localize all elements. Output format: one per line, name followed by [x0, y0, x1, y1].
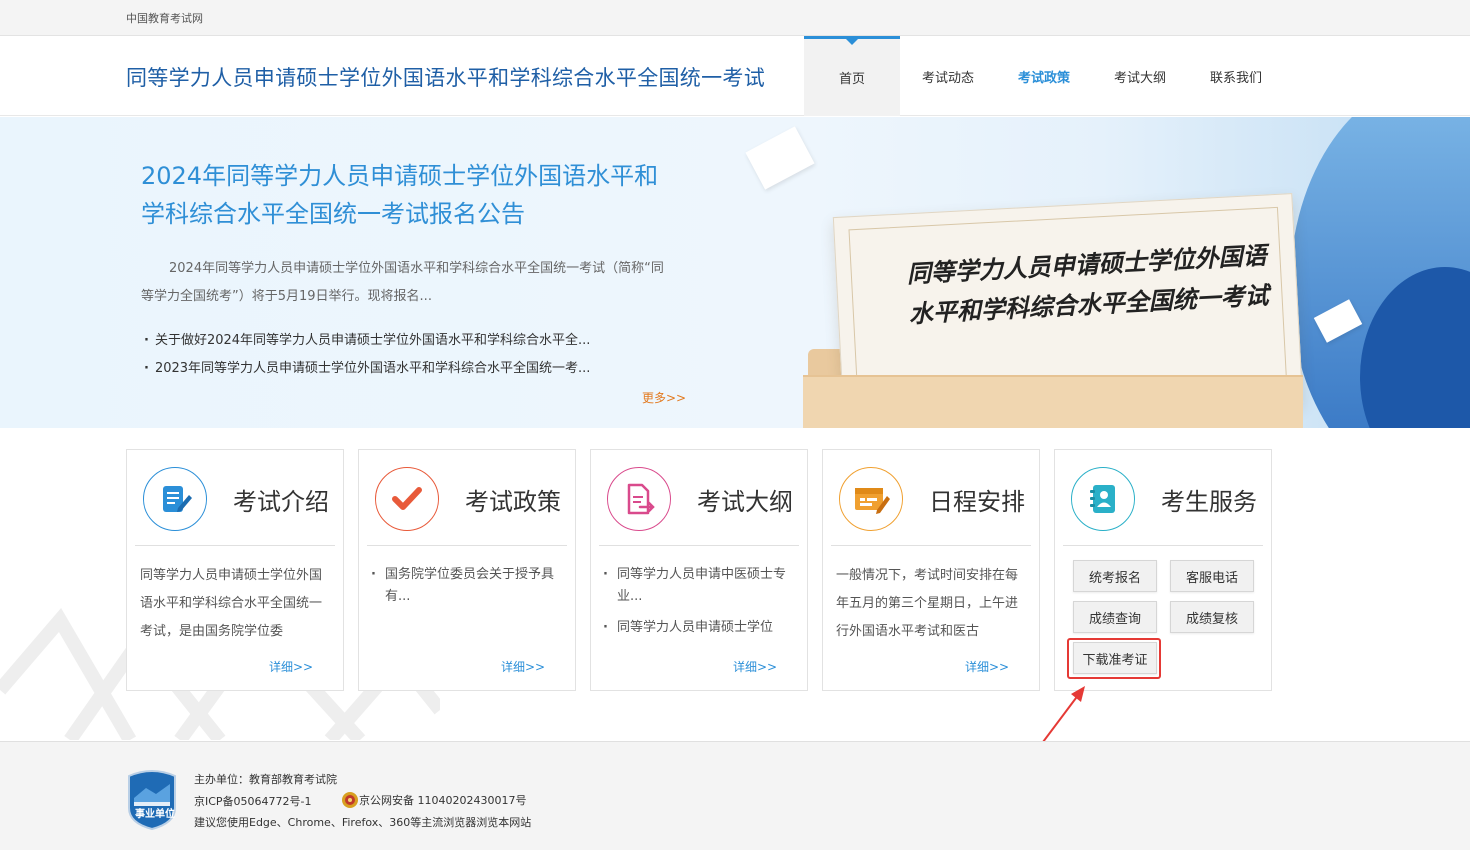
details-link[interactable]: 详细>> — [965, 658, 1009, 675]
announcement-title[interactable]: 2024年同等学力人员申请硕士学位外国语水平和学科综合水平全国统一考试报名公告 — [141, 157, 681, 233]
service-icon-wrap — [1071, 467, 1135, 531]
badge-text: 事业单位 — [135, 805, 175, 820]
calendar-edit-icon — [846, 474, 896, 524]
police-record-link[interactable]: 京公网安备 11040202430017号 — [341, 791, 526, 809]
service-phone-button[interactable]: 客服电话 — [1170, 560, 1254, 592]
card-title: 考试介绍 — [233, 482, 329, 517]
register-button[interactable]: 统考报名 — [1073, 560, 1157, 592]
nav-exam-news[interactable]: 考试动态 — [900, 36, 996, 116]
site-name-link[interactable]: 中国教育考试网 — [126, 10, 203, 26]
public-institution-badge[interactable] — [126, 768, 178, 830]
divider — [599, 545, 799, 546]
footer: 事业单位 主办单位：教育部教育考试院 京ICP备05064772号-1 京公网安… — [0, 741, 1470, 850]
nav-contact-us-label: 联系我们 — [1210, 67, 1262, 86]
nav-exam-policy-label: 考试政策 — [1018, 67, 1070, 86]
schedule-icon-wrap — [839, 467, 903, 531]
nav-exam-policy[interactable]: 考试政策 — [996, 36, 1092, 116]
divider — [831, 545, 1031, 546]
exam-syllabus-icon-wrap — [607, 467, 671, 531]
header: 同等学力人员申请硕士学位外国语水平和学科综合水平全国统一考试 首页 考试动态 考… — [0, 36, 1470, 116]
file-export-icon — [614, 474, 664, 524]
card-text: 一般情况下，考试时间安排在每年五月的第三个星期日，上午进行外国语水平考试和医古 — [836, 562, 1026, 646]
envelope-front — [803, 375, 1303, 428]
flying-paper-icon — [745, 126, 814, 189]
card-exam-policy: 考试政策 国务院学位委员会关于授予具有... 详细>> — [358, 449, 576, 691]
announcement-summary: 2024年同等学力人员申请硕士学位外国语水平和学科综合水平全国统一考试（简称“同… — [141, 255, 671, 311]
icp-link[interactable]: 京ICP备05064772号-1 — [194, 793, 312, 809]
card-title: 日程安排 — [929, 482, 1025, 517]
organizer-text: 主办单位：教育部教育考试院 — [194, 771, 337, 787]
card-title: 考试政策 — [465, 482, 561, 517]
divider — [1063, 545, 1263, 546]
checkmark-icon — [382, 474, 432, 524]
top-bar: 中国教育考试网 — [0, 0, 1470, 36]
details-link[interactable]: 详细>> — [501, 658, 545, 675]
active-caret-icon — [846, 39, 858, 45]
nav-home-label: 首页 — [839, 68, 865, 87]
nav-exam-syllabus[interactable]: 考试大纲 — [1092, 36, 1188, 116]
police-emblem-icon — [341, 791, 359, 809]
exam-policy-icon-wrap — [375, 467, 439, 531]
syllabus-list: 同等学力人员申请中医硕士专业... 同等学力人员申请硕士学位 — [603, 564, 795, 648]
hero-banner: 2024年同等学力人员申请硕士学位外国语水平和学科综合水平全国统一考试报名公告 … — [0, 117, 1470, 428]
card-text: 同等学力人员申请硕士学位外国语水平和学科综合水平全国统一考试，是由国务院学位委 — [140, 562, 330, 646]
card-exam-syllabus: 考试大纲 同等学力人员申请中医硕士专业... 同等学力人员申请硕士学位 详细>> — [590, 449, 808, 691]
announcement-links: 关于做好2024年同等学力人员申请硕士学位外国语水平和学科综合水平全... 20… — [144, 327, 634, 383]
details-link[interactable]: 详细>> — [269, 658, 313, 675]
page-title: 同等学力人员申请硕士学位外国语水平和学科综合水平全国统一考试 — [126, 62, 765, 92]
browser-tip-text: 建议您使用Edge、Chrome、Firefox、360等主流浏览器浏览本网站 — [194, 814, 531, 830]
policy-list: 国务院学位委员会关于授予具有... — [371, 564, 563, 617]
card-exam-intro: 考试介绍 同等学力人员申请硕士学位外国语水平和学科综合水平全国统一考试，是由国务… — [126, 449, 344, 691]
police-record-text: 京公网安备 11040202430017号 — [359, 792, 526, 808]
list-item[interactable]: 国务院学位委员会关于授予具有... — [371, 564, 563, 608]
document-edit-icon — [150, 474, 200, 524]
more-link[interactable]: 更多>> — [642, 389, 686, 406]
nav-home[interactable]: 首页 — [804, 36, 900, 116]
main-nav: 首页 考试动态 考试政策 考试大纲 联系我们 — [804, 36, 1284, 116]
announcement-link[interactable]: 2023年同等学力人员申请硕士学位外国语水平和学科综合水平全国统一考... — [144, 355, 634, 383]
card-title: 考试大纲 — [697, 482, 793, 517]
score-query-button[interactable]: 成绩查询 — [1073, 601, 1157, 633]
exam-intro-icon-wrap — [143, 467, 207, 531]
contact-book-icon — [1078, 474, 1128, 524]
nav-contact-us[interactable]: 联系我们 — [1188, 36, 1284, 116]
card-title: 考生服务 — [1161, 482, 1257, 517]
score-review-button[interactable]: 成绩复核 — [1170, 601, 1254, 633]
details-link[interactable]: 详细>> — [733, 658, 777, 675]
divider — [135, 545, 335, 546]
list-item[interactable]: 同等学力人员申请硕士学位 — [603, 617, 795, 639]
card-schedule: 日程安排 一般情况下，考试时间安排在每年五月的第三个星期日，上午进行外国语水平考… — [822, 449, 1040, 691]
announcement-link[interactable]: 关于做好2024年同等学力人员申请硕士学位外国语水平和学科综合水平全... — [144, 327, 634, 355]
nav-exam-news-label: 考试动态 — [922, 67, 974, 86]
highlight-box — [1067, 638, 1161, 679]
nav-exam-syllabus-label: 考试大纲 — [1114, 67, 1166, 86]
divider — [367, 545, 567, 546]
list-item[interactable]: 同等学力人员申请中医硕士专业... — [603, 564, 795, 608]
